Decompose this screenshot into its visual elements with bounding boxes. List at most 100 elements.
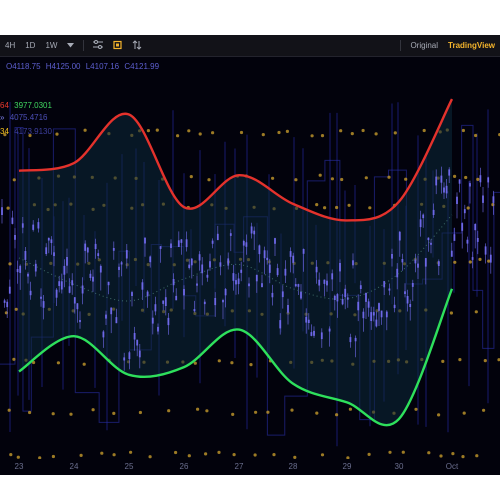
signal-dot: [323, 206, 327, 210]
candle-body: [284, 268, 287, 276]
interval-1w-button[interactable]: 1W: [40, 39, 62, 52]
time-axis-label: 24: [69, 462, 79, 471]
signal-dot: [8, 262, 12, 266]
candle-body: [81, 285, 84, 294]
interval-dropdown-button[interactable]: [62, 39, 79, 52]
signal-dot: [335, 205, 339, 210]
signal-dot: [453, 174, 457, 178]
candle-body: [302, 249, 305, 254]
signal-dot: [318, 173, 322, 177]
candle-body: [261, 283, 263, 288]
candle-body: [84, 243, 87, 251]
legend-prefix: 34: [0, 127, 9, 136]
signal-dot: [449, 311, 453, 315]
bar-style-button[interactable]: [108, 38, 127, 54]
candle-body: [141, 282, 144, 290]
signal-dot: [483, 359, 487, 363]
time-axis-label: 27: [234, 462, 244, 471]
legend-row-lower-band[interactable]: 64 3977.0301: [0, 101, 52, 110]
signal-dot: [340, 177, 344, 182]
signal-dot: [193, 361, 197, 365]
signal-dot: [315, 411, 319, 415]
signal-dot: [393, 131, 397, 135]
legend-row-upper[interactable]: 34 4173.9130: [0, 127, 52, 136]
candle-body: [94, 243, 97, 249]
tradingview-chart-button[interactable]: TradingView: [443, 39, 500, 52]
signal-dot: [189, 175, 193, 179]
signal-dot: [51, 454, 56, 459]
candle-body: [487, 177, 490, 183]
legend-row-basis[interactable]: » 4075.4716: [0, 113, 48, 122]
candle-body: [157, 326, 159, 332]
time-axis-label: Oct: [445, 462, 459, 471]
compare-button[interactable]: [127, 38, 147, 54]
legend-value: 4075.4716: [9, 113, 48, 122]
time-axis[interactable]: 23 24 25 26 27 28 29 30 Oct: [0, 459, 500, 475]
signal-dot: [285, 129, 289, 133]
candle-body: [237, 278, 240, 285]
candle-body: [224, 289, 227, 296]
candle-body: [349, 337, 352, 343]
signal-dot: [361, 128, 365, 133]
signal-dot: [401, 450, 405, 454]
candle-body: [427, 237, 430, 241]
candle-body: [417, 263, 419, 268]
signal-dot: [441, 359, 445, 363]
candle-body: [172, 279, 175, 286]
candle-body: [450, 250, 453, 257]
candle-body: [318, 279, 321, 286]
candle-body: [362, 311, 365, 319]
candle-body: [357, 301, 360, 311]
candle-body: [206, 274, 209, 278]
candle-body: [279, 320, 282, 329]
signal-dot: [464, 175, 468, 180]
candle-body: [6, 301, 9, 308]
signal-dot: [207, 178, 211, 182]
candle-body: [385, 311, 388, 318]
price-chart[interactable]: [0, 57, 500, 459]
candle-body: [409, 304, 412, 307]
signal-dot: [112, 411, 116, 415]
signal-dot: [347, 203, 351, 207]
candle-body: [183, 289, 185, 296]
signal-dot: [387, 175, 391, 179]
signal-dot: [217, 450, 221, 454]
candle-body: [307, 319, 310, 323]
chart-toolbar: 4H 1D 1W Original TradingView: [0, 35, 500, 57]
candle-body: [323, 279, 326, 284]
signal-dot: [367, 452, 371, 456]
candle-body: [396, 268, 399, 278]
candle-body: [372, 312, 375, 316]
signal-dot: [310, 134, 314, 138]
signal-dot: [28, 410, 32, 415]
toolbar-divider: [83, 40, 85, 51]
candle-body: [198, 254, 201, 261]
candle-body: [151, 317, 154, 324]
candle-body: [281, 291, 284, 298]
candle-body: [250, 226, 253, 234]
signal-dot: [320, 453, 325, 457]
candle-body: [424, 258, 427, 267]
original-chart-button[interactable]: Original: [405, 39, 443, 52]
candle-body: [326, 280, 328, 286]
candle-body: [380, 310, 383, 318]
candle-body: [175, 295, 178, 301]
candle-body: [271, 292, 274, 298]
signal-dot: [231, 412, 235, 416]
signal-dot: [12, 178, 16, 182]
signal-dot: [56, 361, 61, 365]
candle-body: [437, 261, 440, 266]
candle-body: [105, 314, 107, 319]
signal-dot: [277, 130, 281, 135]
interval-1d-button[interactable]: 1D: [20, 39, 40, 52]
ohlc-high: H4125.00: [45, 62, 81, 71]
signal-dot: [232, 453, 236, 457]
candle-body: [305, 316, 308, 323]
indicators-button[interactable]: [88, 38, 108, 53]
candle-body: [482, 195, 484, 203]
candle-body: [370, 312, 373, 321]
interval-4h-button[interactable]: 4H: [0, 39, 20, 52]
candle-body: [37, 222, 40, 229]
candle-body: [3, 300, 6, 303]
compare-icon: [133, 39, 142, 50]
